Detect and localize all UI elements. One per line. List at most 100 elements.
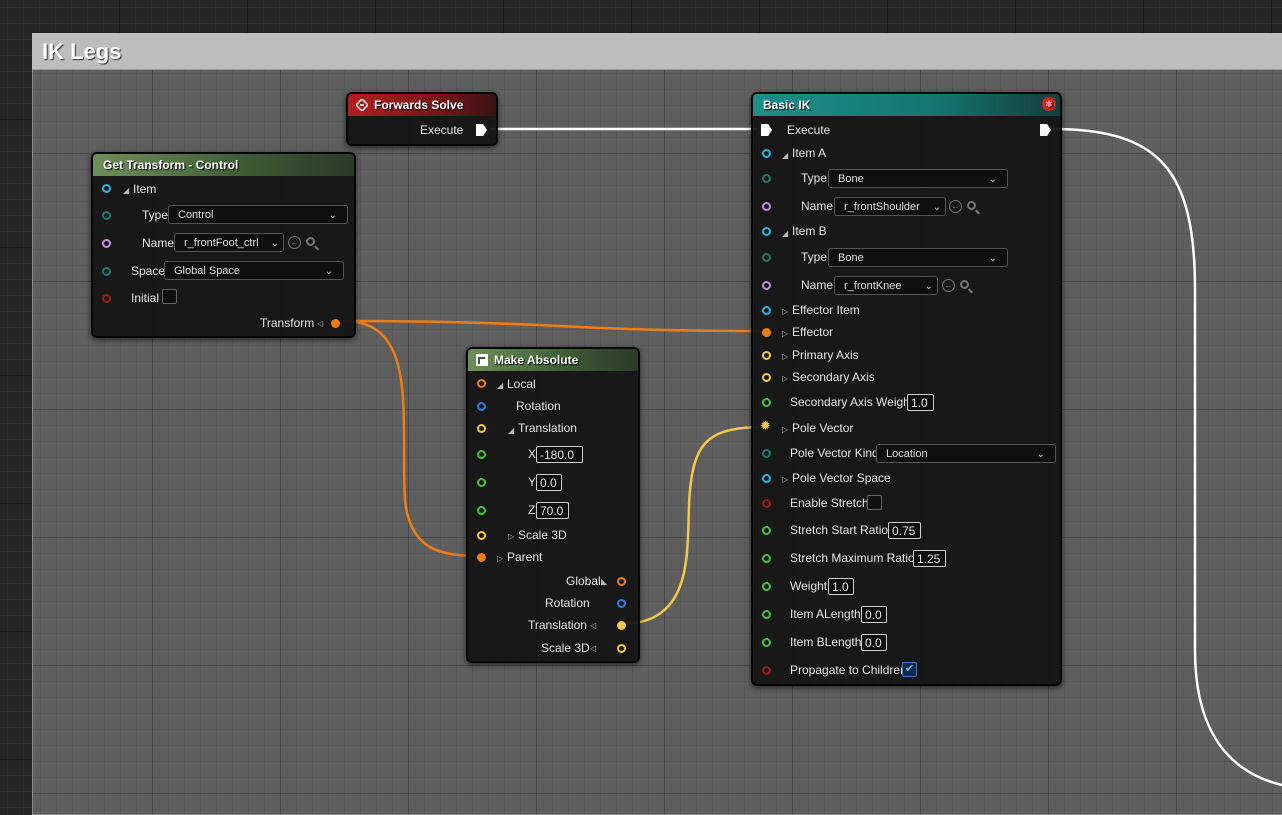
weight-field[interactable]: 1.0 xyxy=(828,578,854,595)
type-pin[interactable] xyxy=(102,211,111,220)
collapse-icon[interactable]: ◁ xyxy=(590,621,596,630)
y-value-field[interactable]: 0.0 xyxy=(536,474,562,491)
item-blength-field[interactable]: 0.0 xyxy=(861,634,887,651)
item-b-type-label: Type xyxy=(801,250,828,264)
item-pin[interactable] xyxy=(102,184,111,193)
z-value-field[interactable]: 70.0 xyxy=(536,502,569,519)
item-blength-pin[interactable] xyxy=(762,638,771,647)
expand-icon[interactable]: ◣ xyxy=(601,577,607,586)
collapse-icon[interactable]: ◁ xyxy=(590,644,596,653)
use-selected-icon[interactable]: ← xyxy=(949,200,962,213)
local-pin[interactable] xyxy=(477,379,486,388)
item-b-label: Item B xyxy=(792,224,827,238)
execute-out-pin[interactable] xyxy=(1040,124,1051,136)
comment-box[interactable] xyxy=(32,33,1282,815)
comment-header[interactable]: IK Legs xyxy=(32,33,1282,70)
item-b-name-dropdown[interactable]: r_frontKnee ⌄ xyxy=(834,276,938,295)
x-value-field[interactable]: -180.0 xyxy=(536,446,583,463)
search-icon[interactable] xyxy=(306,237,315,246)
translation-out-pin[interactable] xyxy=(617,621,626,630)
expand-icon[interactable]: ◢ xyxy=(782,151,788,160)
z-pin[interactable] xyxy=(477,506,486,515)
item-alength-field[interactable]: 0.0 xyxy=(861,606,887,623)
item-b-pin[interactable] xyxy=(762,227,771,236)
gear-icon[interactable]: ✱ xyxy=(1042,97,1056,111)
enable-stretch-label: Enable Stretch xyxy=(790,496,869,510)
effector-pin[interactable] xyxy=(762,328,771,337)
secondary-axis-weight-field[interactable]: 1.0 xyxy=(907,394,934,411)
enable-stretch-checkbox[interactable] xyxy=(867,495,882,510)
effector-item-pin[interactable] xyxy=(762,306,771,315)
basic-ik-header[interactable]: Basic IK ✱ xyxy=(753,94,1060,116)
rotation-out-pin[interactable] xyxy=(617,599,626,608)
expand-icon[interactable]: ◢ xyxy=(123,186,129,195)
item-alength-pin[interactable] xyxy=(762,610,771,619)
expand-icon[interactable]: ▷ xyxy=(782,307,788,316)
weight-pin[interactable] xyxy=(762,582,771,591)
expand-icon[interactable]: ▷ xyxy=(782,352,788,361)
item-b-name-pin[interactable] xyxy=(762,281,771,290)
rotation-pin[interactable] xyxy=(477,402,486,411)
propagate-pin[interactable] xyxy=(762,666,771,675)
expand-icon[interactable]: ▷ xyxy=(782,475,788,484)
space-pin[interactable] xyxy=(102,267,111,276)
forwards-solve-node[interactable]: Forwards Solve Execute xyxy=(346,92,498,146)
primary-axis-pin[interactable] xyxy=(762,351,771,360)
execute-label: Execute xyxy=(787,123,831,137)
global-out-pin[interactable] xyxy=(617,577,626,586)
scale3d-out-pin[interactable] xyxy=(617,644,626,653)
initial-pin[interactable] xyxy=(102,294,111,303)
y-pin[interactable] xyxy=(477,478,486,487)
enable-stretch-pin[interactable] xyxy=(762,499,771,508)
space-dropdown[interactable]: Global Space ⌄ xyxy=(164,261,344,280)
stretch-start-ratio-pin[interactable] xyxy=(762,526,771,535)
item-a-pin[interactable] xyxy=(762,149,771,158)
parent-pin[interactable] xyxy=(477,553,486,562)
expand-icon[interactable]: ▷ xyxy=(782,374,788,383)
stretch-maximum-ratio-pin[interactable] xyxy=(762,554,771,563)
expand-icon[interactable]: ▷ xyxy=(497,554,503,563)
expand-icon[interactable]: ▷ xyxy=(508,532,514,541)
stretch-maximum-ratio-field[interactable]: 1.25 xyxy=(913,550,946,567)
stretch-start-ratio-field[interactable]: 0.75 xyxy=(888,522,921,539)
get-transform-header[interactable]: Get Transform - Control xyxy=(93,154,354,176)
item-b-type-dropdown[interactable]: Bone ⌄ xyxy=(828,248,1008,267)
scale3d-pin[interactable] xyxy=(477,531,486,540)
forwards-solve-execute-pin[interactable] xyxy=(476,124,487,136)
execute-in-pin[interactable] xyxy=(761,124,772,136)
use-selected-icon[interactable]: ← xyxy=(942,279,955,292)
item-a-type-pin[interactable] xyxy=(762,174,771,183)
x-pin[interactable] xyxy=(477,450,486,459)
forwards-solve-header[interactable]: Forwards Solve xyxy=(348,94,496,116)
expand-icon[interactable]: ▷ xyxy=(782,425,788,434)
make-absolute-node[interactable]: Make Absolute ◢ Local Rotation ◢ Transla… xyxy=(466,347,640,663)
pole-vector-pin[interactable]: ✹ xyxy=(760,418,771,434)
expand-icon[interactable]: ◢ xyxy=(508,426,514,435)
collapse-icon[interactable]: ◁ xyxy=(317,319,323,328)
search-icon[interactable] xyxy=(960,280,969,289)
translation-pin[interactable] xyxy=(477,424,486,433)
search-icon[interactable] xyxy=(967,201,976,210)
expand-icon[interactable]: ◢ xyxy=(497,381,503,390)
transform-out-pin[interactable] xyxy=(331,319,340,328)
pole-vector-kind-dropdown[interactable]: Location ⌄ xyxy=(876,444,1056,463)
get-transform-node[interactable]: Get Transform - Control ◢ Item Type Cont… xyxy=(91,152,356,338)
secondary-axis-pin[interactable] xyxy=(762,373,771,382)
expand-icon[interactable]: ▷ xyxy=(782,329,788,338)
item-a-type-dropdown[interactable]: Bone ⌄ xyxy=(828,169,1008,188)
item-b-type-pin[interactable] xyxy=(762,253,771,262)
type-dropdown[interactable]: Control ⌄ xyxy=(168,205,348,224)
name-dropdown[interactable]: r_frontFoot_ctrl ⌄ xyxy=(174,233,284,252)
make-absolute-header[interactable]: Make Absolute xyxy=(468,349,638,371)
item-a-name-pin[interactable] xyxy=(762,202,771,211)
basic-ik-node[interactable]: Basic IK ✱ Execute ◢ Item A Type Bone ⌄ … xyxy=(751,92,1062,686)
initial-checkbox[interactable] xyxy=(162,289,177,304)
item-a-name-dropdown[interactable]: r_frontShoulder ⌄ xyxy=(834,197,946,216)
pole-vector-space-pin[interactable] xyxy=(762,474,771,483)
use-selected-icon[interactable]: ← xyxy=(288,236,301,249)
secondary-axis-weight-pin[interactable] xyxy=(762,398,771,407)
propagate-checkbox[interactable]: ✔ xyxy=(902,662,917,677)
expand-icon[interactable]: ◢ xyxy=(782,229,788,238)
pole-vector-kind-pin[interactable] xyxy=(762,449,771,458)
name-pin[interactable] xyxy=(102,239,111,248)
